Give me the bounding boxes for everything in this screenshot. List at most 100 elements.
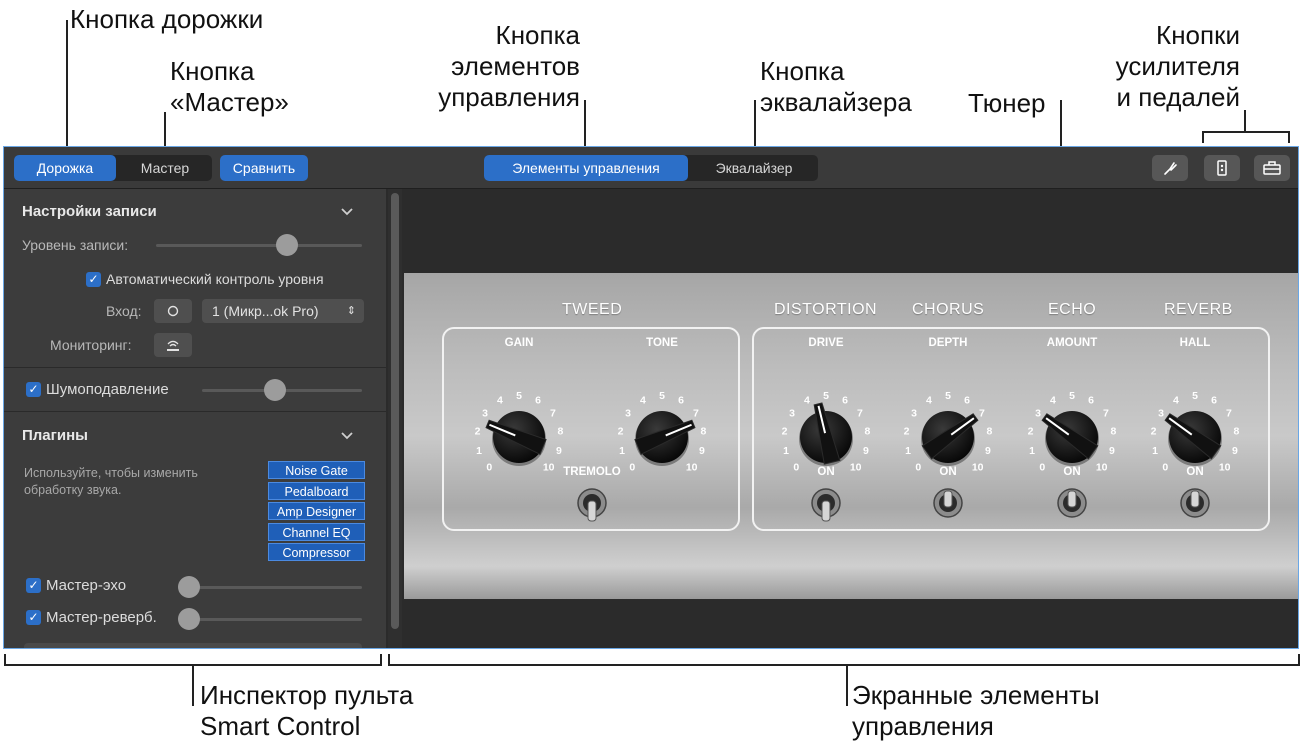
knob-scale-tick: 2 — [904, 425, 910, 437]
knob-scale-tick: 1 — [783, 445, 789, 457]
master-reverb-checkbox[interactable]: ✓ — [26, 610, 41, 625]
plugins-hint: Используйте, чтобы изменить обработку зв… — [24, 466, 198, 497]
input-format-button[interactable] — [154, 299, 192, 323]
knob-scale-tick: 9 — [1109, 445, 1115, 457]
knob[interactable] — [1163, 411, 1222, 466]
knob[interactable] — [799, 402, 853, 466]
plugin-button[interactable]: Noise Gate — [268, 461, 365, 479]
callout-controls-button: Кнопка элементов управления — [438, 20, 580, 112]
knob-scale-tick: 0 — [486, 462, 492, 474]
plugin-button[interactable]: Compressor — [268, 543, 365, 561]
leader-track — [66, 20, 68, 154]
record-level-thumb[interactable] — [275, 234, 298, 256]
knob-scale-tick: 0 — [629, 462, 635, 474]
knob-scale-tick: 6 — [1211, 395, 1217, 407]
track-button[interactable]: Дорожка — [14, 155, 116, 181]
knob-scale-tick: 4 — [804, 395, 810, 407]
knob-scale-tick: 4 — [640, 395, 646, 407]
screen-controls: TWEED DISTORTION CHORUS ECHO REVERB GAIN… — [404, 189, 1298, 648]
bracket-inspector-l — [4, 654, 6, 666]
knob[interactable] — [634, 411, 697, 466]
amp-icon — [1217, 160, 1227, 176]
smart-controls-window: Дорожка Мастер Сравнить Элементы управле… — [3, 146, 1299, 649]
knob-scale-tick: 3 — [482, 407, 488, 419]
knob[interactable] — [1040, 411, 1099, 466]
toggle-switch[interactable] — [1180, 488, 1210, 518]
input-select-value: 1 (Микр...ok Pro) — [212, 303, 319, 319]
bracket-screen-l — [388, 654, 390, 666]
callout-track-button: Кнопка дорожки — [70, 4, 264, 34]
knob-scale-tick: 8 — [701, 425, 707, 437]
callout-screen-controls: Экранные элементы управления — [852, 680, 1100, 741]
toggle-switch[interactable] — [811, 488, 841, 522]
knob-scale-tick: 2 — [1151, 425, 1157, 437]
callout-eq-button: Кнопка эквалайзера — [760, 56, 912, 117]
knob-scale-tick: 5 — [945, 390, 951, 402]
knob-scale-tick: 1 — [905, 445, 911, 457]
plugin-button[interactable]: Channel EQ — [268, 522, 365, 541]
knob-scale-tick: 5 — [1069, 390, 1075, 402]
knob-scale-tick: 7 — [550, 407, 556, 419]
master-reverb-track[interactable] — [178, 618, 362, 621]
amp-button[interactable] — [1204, 155, 1240, 181]
input-label: Вход: — [106, 303, 142, 319]
chevron-down-icon[interactable] — [340, 431, 354, 441]
eq-button[interactable]: Эквалайзер — [690, 155, 818, 181]
monitoring-icon — [167, 340, 179, 351]
knob-scale-tick: 10 — [972, 462, 984, 474]
leader-screen — [846, 664, 848, 706]
knob-scale-tick: 7 — [857, 407, 863, 419]
knob-scale-tick: 2 — [475, 425, 481, 437]
toolbar: Дорожка Мастер Сравнить Элементы управле… — [4, 147, 1298, 189]
pedalboard-button[interactable] — [1254, 155, 1290, 181]
knob-scale-tick: 6 — [842, 395, 848, 407]
knob[interactable] — [921, 411, 980, 466]
chevron-down-icon[interactable] — [340, 207, 354, 217]
circle-icon — [167, 305, 179, 317]
view-segment: Элементы управления Эквалайзер — [484, 155, 818, 181]
callout-inspector: Инспектор пульта Smart Control — [200, 680, 414, 741]
knob-label: DEPTH — [929, 337, 968, 349]
input-select[interactable]: 1 (Микр...ok Pro) ⇕ — [202, 299, 364, 323]
master-reverb-thumb[interactable] — [178, 608, 200, 630]
divider — [4, 367, 386, 368]
knob-scale-tick: 0 — [793, 462, 799, 474]
switch-label: ON — [939, 466, 956, 478]
toggle-switch[interactable] — [577, 488, 607, 522]
auto-level-checkbox[interactable]: ✓ — [86, 272, 101, 287]
knob-scale-tick: 2 — [782, 425, 788, 437]
knob-scale-tick: 3 — [1158, 407, 1164, 419]
controls-button[interactable]: Элементы управления — [484, 155, 688, 181]
master-echo-thumb[interactable] — [178, 576, 200, 598]
record-level-track[interactable] — [156, 244, 362, 247]
tuner-button[interactable] — [1152, 155, 1188, 181]
scrollbar-thumb[interactable] — [391, 193, 399, 629]
bracket-screen-r — [1298, 654, 1300, 666]
knob-scale-tick: 4 — [1050, 395, 1056, 407]
knob-scale-tick: 0 — [915, 462, 921, 474]
knob-scale-tick: 9 — [863, 445, 869, 457]
knob-scale-tick: 9 — [1232, 445, 1238, 457]
monitoring-button[interactable] — [154, 333, 192, 357]
noise-gate-thumb[interactable] — [264, 379, 287, 401]
knob-scale-tick: 9 — [985, 445, 991, 457]
knob-scale-tick: 5 — [516, 390, 522, 402]
master-button[interactable]: Мастер — [118, 155, 212, 181]
knob-scale-tick: 5 — [1192, 390, 1198, 402]
compare-button[interactable]: Сравнить — [220, 155, 308, 181]
knob-scale-tick: 2 — [1028, 425, 1034, 437]
callout-tuner: Тюнер — [968, 88, 1046, 118]
knob[interactable] — [485, 411, 547, 466]
toggle-switch[interactable] — [933, 488, 963, 518]
knob-scale-tick: 10 — [686, 462, 698, 474]
knob-scale-tick: 2 — [618, 425, 624, 437]
master-echo-track[interactable] — [178, 586, 362, 589]
inspector-scrollbar[interactable] — [388, 189, 402, 648]
knob-scale-tick: 9 — [699, 445, 705, 457]
knob-scale-tick: 3 — [789, 407, 795, 419]
master-echo-checkbox[interactable]: ✓ — [26, 578, 41, 593]
plugin-button[interactable]: Pedalboard — [268, 481, 365, 500]
plugin-button[interactable]: Amp Designer — [268, 502, 365, 520]
noise-gate-checkbox[interactable]: ✓ — [26, 382, 41, 397]
toggle-switch[interactable] — [1057, 488, 1087, 518]
